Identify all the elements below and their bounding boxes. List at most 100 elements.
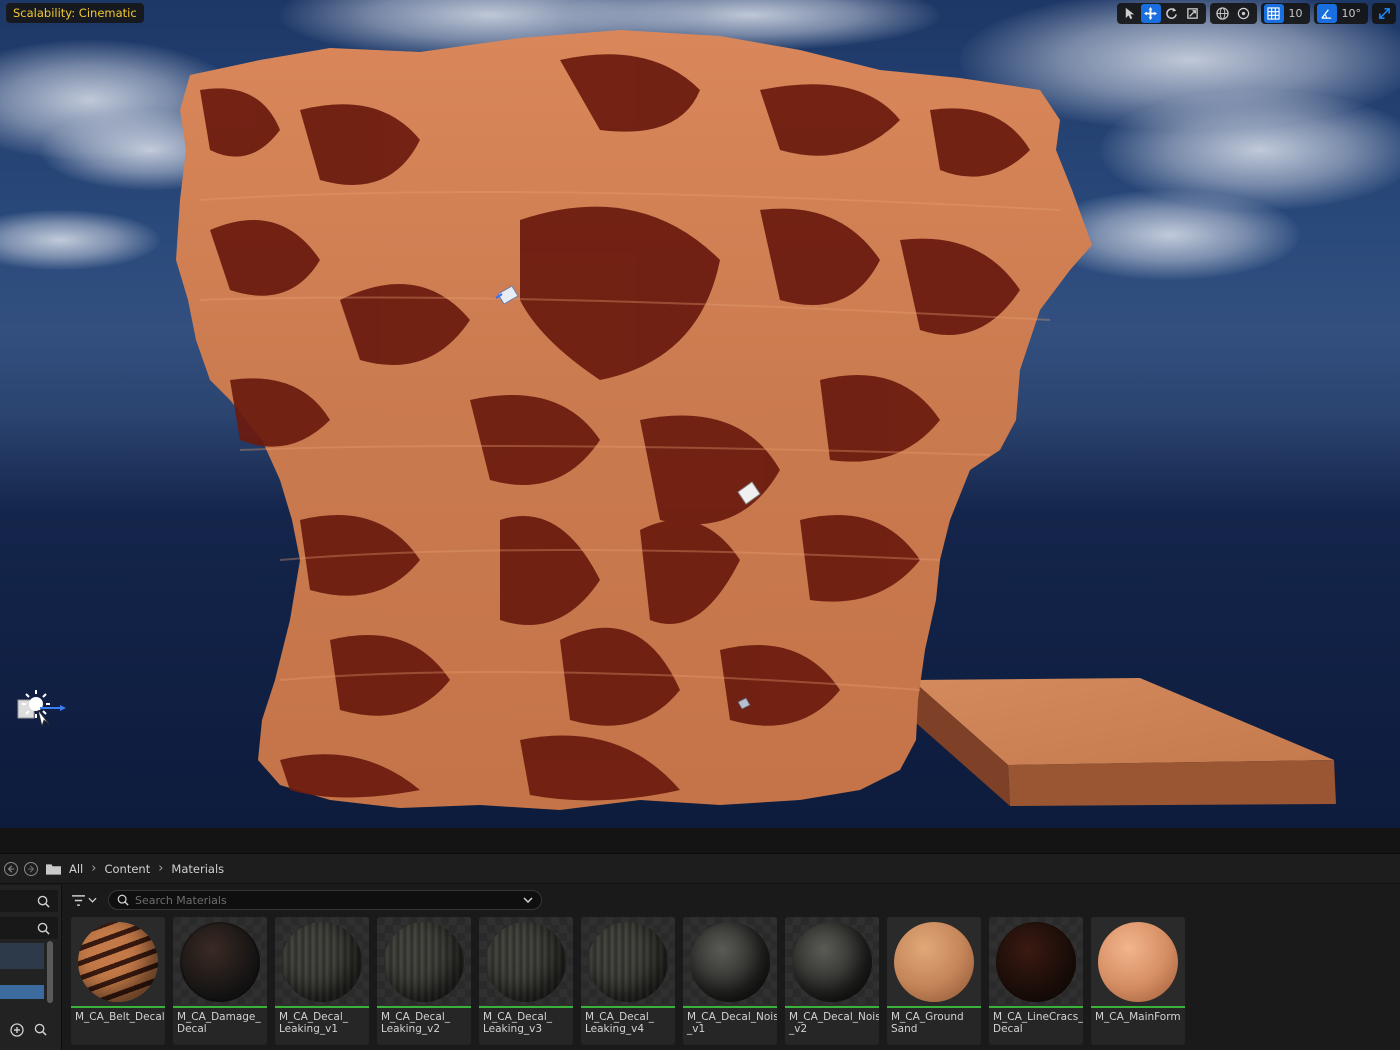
grid-snap-group: 10 [1260,3,1310,24]
material-thumbnail [71,917,165,1006]
light-actor-icon[interactable] [14,686,68,734]
asset-label: M_CA_Decal_ Leaking_v1 [279,1011,348,1035]
asset-type-bar [275,1006,369,1008]
material-preview-sphere [996,921,1076,1002]
rock-formation-mesh[interactable] [0,0,1400,828]
camera-speed-button[interactable] [1372,3,1396,24]
material-preview-sphere [894,921,974,1002]
rotation-snap-value[interactable]: 10° [1338,4,1366,23]
chevron-down-icon [87,897,97,903]
decal-actor-icon[interactable] [736,696,752,712]
asset-label: M_CA_Decal_Noise _v2 [789,1011,879,1035]
material-preview-sphere [690,921,770,1002]
grid-snap-value[interactable]: 10 [1285,4,1307,23]
filter-button[interactable] [66,889,102,911]
sources-scrollbar[interactable] [47,941,53,1003]
transform-tools [1116,3,1206,24]
asset-tile[interactable]: M_CA_Decal_Noise _v2 [785,917,879,1045]
asset-type-bar [479,1006,573,1008]
material-preview-sphere [792,921,872,1002]
asset-type-bar [71,1006,165,1008]
material-thumbnail [887,917,981,1006]
level-viewport[interactable]: Scalability: Cinematic 10 10° [0,0,1400,828]
asset-type-bar [581,1006,675,1008]
folder-tree-item[interactable] [0,943,44,969]
breadcrumb-materials[interactable]: Materials [171,862,224,876]
surface-snap-icon [1237,7,1250,20]
grid-icon [1267,7,1280,20]
back-button[interactable] [4,861,18,876]
asset-tile[interactable]: M_CA_Damage_ Decal [173,917,267,1045]
search-icon[interactable] [34,1023,47,1036]
select-mode-button[interactable] [1120,4,1140,23]
asset-search-box[interactable] [108,890,542,910]
decal-actor-icon[interactable] [734,480,762,506]
asset-tile[interactable]: M_CA_Decal_Noise _v1 [683,917,777,1045]
search-input[interactable] [135,893,523,907]
asset-tile[interactable]: M_CA_Decal_ Leaking_v2 [377,917,471,1045]
chevron-right-icon: › [91,861,97,876]
asset-label: M_CA_Decal_Noise _v1 [687,1011,777,1035]
world-space-button[interactable] [1213,4,1233,23]
asset-type-bar [1091,1006,1185,1008]
surface-snap-button[interactable] [1234,4,1254,23]
translate-mode-button[interactable] [1140,4,1161,23]
material-thumbnail [683,917,777,1006]
sources-search[interactable] [0,890,58,912]
grid-snap-toggle[interactable] [1263,4,1284,23]
material-preview-sphere [78,921,158,1002]
asset-tile[interactable]: M_CA_MainForm [1091,917,1185,1045]
scalability-indicator[interactable]: Scalability: Cinematic [6,3,144,23]
chevron-right-icon: › [158,861,164,876]
asset-label: M_CA_Belt_Decal [75,1011,165,1023]
folder-icon[interactable] [46,863,61,875]
sources-footer [10,1023,47,1037]
asset-tile[interactable]: M_CA_LineCracs_ Decal [989,917,1083,1045]
asset-tile[interactable]: M_CA_Decal_ Leaking_v1 [275,917,369,1045]
cursor-icon [1125,7,1135,20]
decal-actor-icon[interactable] [494,284,520,308]
asset-type-bar [377,1006,471,1008]
chevron-down-icon[interactable] [523,897,533,903]
angle-icon [1321,9,1332,19]
breadcrumb-content[interactable]: Content [104,862,150,876]
asset-filter-bar [66,885,1400,915]
material-preview-sphere [282,921,362,1002]
rotation-snap-toggle[interactable] [1316,4,1337,23]
material-thumbnail [1091,917,1185,1006]
asset-tile[interactable]: M_CA_Decal_ Leaking_v4 [581,917,675,1045]
asset-tile[interactable]: M_CA_Belt_Decal [71,917,165,1045]
rotation-snap-group: 10° [1313,3,1368,24]
rotate-icon [1166,7,1177,19]
asset-type-bar [989,1006,1083,1008]
asset-type-bar [887,1006,981,1008]
rotate-mode-button[interactable] [1162,4,1182,23]
search-icon [37,922,50,935]
coordinate-tools [1209,3,1257,24]
forward-button[interactable] [24,861,38,876]
material-thumbnail [989,917,1083,1006]
asset-tile[interactable]: M_CA_Decal_ Leaking_v3 [479,917,573,1045]
search-icon [117,894,129,906]
viewport-toolbar: 10 10° [1116,3,1396,24]
collections-search[interactable] [0,917,58,939]
move-arrows-icon [1144,7,1157,20]
content-browser-navbar: All › Content › Materials [0,854,1400,884]
breadcrumb-all[interactable]: All [69,862,83,876]
search-icon [37,895,50,908]
material-thumbnail [173,917,267,1006]
arrow-left-icon [7,864,15,873]
asset-label: M_CA_Decal_ Leaking_v4 [585,1011,654,1035]
maximize-icon [1378,8,1390,19]
scale-mode-button[interactable] [1183,4,1203,23]
add-icon[interactable] [10,1023,24,1037]
asset-tile[interactable]: M_CA_Ground Sand [887,917,981,1045]
asset-label: M_CA_Damage_ Decal [177,1011,261,1035]
material-preview-sphere [588,921,668,1002]
material-preview-sphere [180,921,260,1002]
folder-tree-item-selected[interactable] [0,985,44,999]
asset-type-bar [173,1006,267,1008]
material-thumbnail [581,917,675,1006]
sources-panel [0,885,62,1050]
material-thumbnail [377,917,471,1006]
